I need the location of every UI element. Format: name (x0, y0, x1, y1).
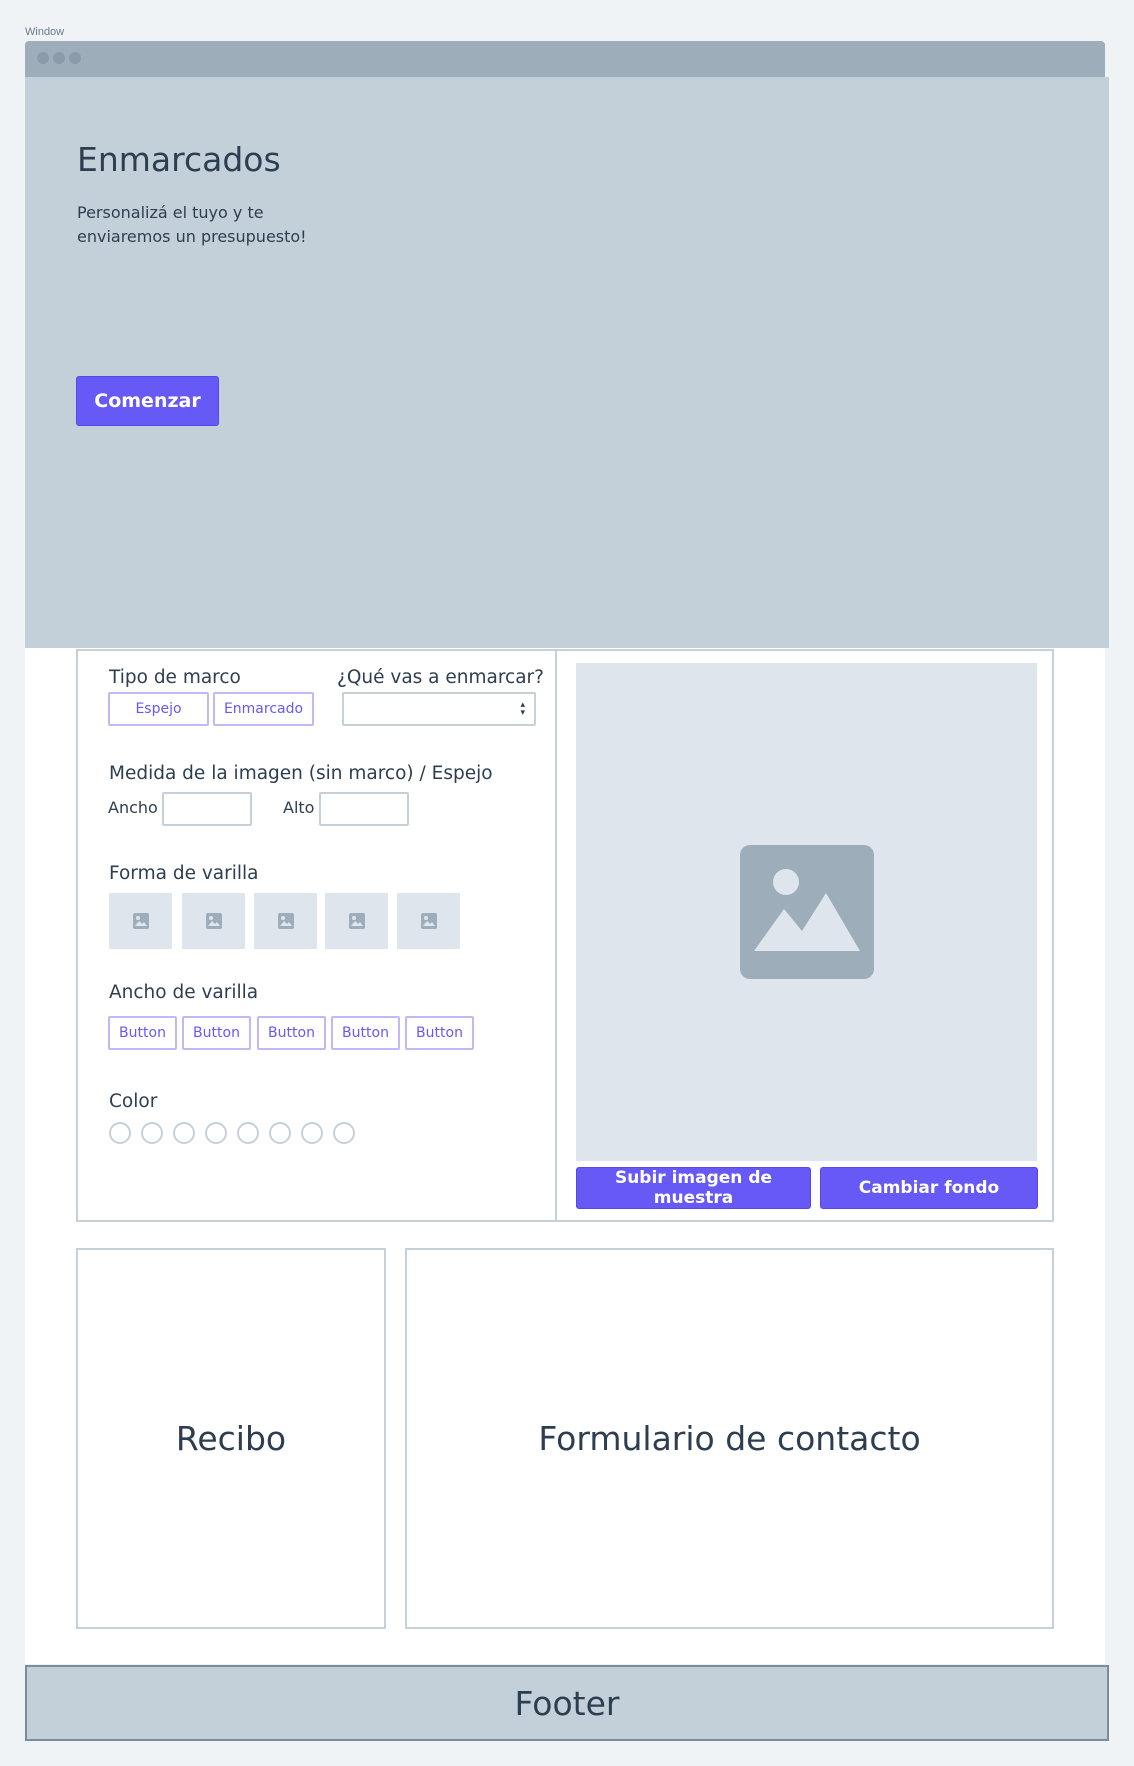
start-button[interactable]: Comenzar (76, 376, 219, 426)
image-placeholder-icon (739, 845, 874, 979)
color-swatch[interactable] (333, 1122, 355, 1144)
width-input[interactable] (162, 792, 252, 826)
hero-subtitle: Personalizá el tuyo y te enviaremos un p… (77, 203, 307, 246)
rod-shape-option-1[interactable] (109, 893, 172, 949)
frame-type-label: Tipo de marco (109, 667, 241, 688)
color-swatch[interactable] (237, 1122, 259, 1144)
rod-width-button-3[interactable]: Button (257, 1016, 326, 1050)
what-to-frame-label: ¿Qué vas a enmarcar? (337, 667, 544, 688)
window-label: Window (25, 26, 65, 38)
window-dot-icon[interactable] (37, 52, 49, 64)
footer-label: Footer (514, 1683, 620, 1723)
window-dot-icon[interactable] (53, 52, 65, 64)
footer: Footer (25, 1665, 1109, 1741)
image-icon (348, 913, 365, 929)
rod-width-button-1[interactable]: Button (108, 1016, 177, 1050)
what-to-frame-select[interactable]: ▴ ▾ (342, 692, 536, 726)
size-label: Medida de la imagen (sin marco) / Espejo (109, 763, 493, 784)
image-icon (205, 913, 222, 929)
contact-form-title: Formulario de contacto (538, 1419, 921, 1458)
receipt-title: Recibo (175, 1419, 287, 1458)
upload-sample-button[interactable]: Subir imagen de muestra (576, 1167, 811, 1209)
receipt-box: Recibo (76, 1248, 386, 1629)
rod-shape-option-4[interactable] (325, 893, 388, 949)
frame-type-framed-button[interactable]: Enmarcado (213, 692, 314, 726)
rod-shape-option-3[interactable] (254, 893, 317, 949)
rod-width-button-5[interactable]: Button (405, 1016, 474, 1050)
window-titlebar (25, 41, 1105, 77)
rod-width-button-2[interactable]: Button (182, 1016, 251, 1050)
color-label: Color (109, 1091, 158, 1112)
select-arrows-icon: ▴ ▾ (520, 700, 525, 718)
color-swatch[interactable] (173, 1122, 195, 1144)
color-swatch[interactable] (205, 1122, 227, 1144)
rod-shape-option-5[interactable] (397, 893, 460, 949)
width-label: Ancho (108, 798, 158, 817)
image-icon (132, 913, 149, 929)
height-input[interactable] (319, 792, 409, 826)
window-dot-icon[interactable] (69, 52, 81, 64)
color-swatch[interactable] (269, 1122, 291, 1144)
image-icon (277, 913, 294, 929)
color-swatch[interactable] (141, 1122, 163, 1144)
rod-width-label: Ancho de varilla (109, 982, 259, 1003)
rod-shape-option-2[interactable] (182, 893, 245, 949)
contact-form-box: Formulario de contacto (405, 1248, 1054, 1629)
change-background-button[interactable]: Cambiar fondo (820, 1167, 1038, 1209)
image-icon (420, 913, 437, 929)
height-label: Alto (283, 798, 315, 817)
color-swatch[interactable] (109, 1122, 131, 1144)
preview-image (576, 663, 1037, 1161)
frame-type-mirror-button[interactable]: Espejo (108, 692, 209, 726)
color-swatch[interactable] (301, 1122, 323, 1144)
rod-width-button-4[interactable]: Button (331, 1016, 400, 1050)
rod-shape-label: Forma de varilla (109, 863, 259, 884)
hero-title: Enmarcados (77, 140, 281, 179)
